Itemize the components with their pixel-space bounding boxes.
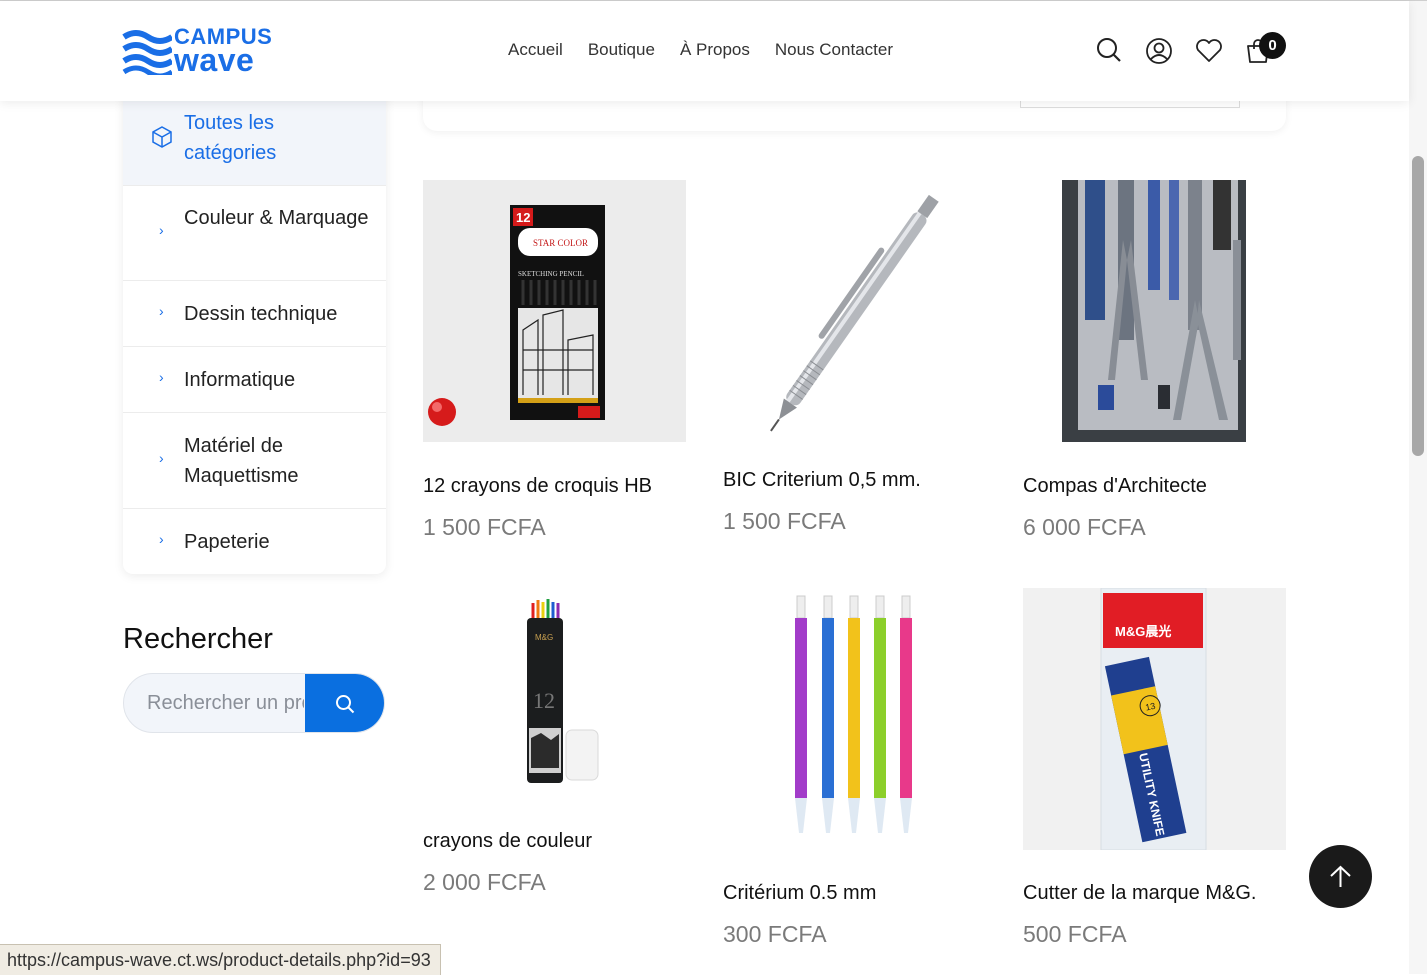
product-name[interactable]: Critérium 0.5 mm — [723, 882, 876, 905]
product-name[interactable]: Compas d'Architecte — [1023, 475, 1207, 498]
category-list: Toutes les catégories › Couleur & Marqua… — [123, 91, 386, 574]
compass-set-image — [1062, 180, 1246, 442]
svg-text:M&G: M&G — [535, 633, 553, 642]
search-icon[interactable] — [1096, 37, 1122, 65]
sketch-pencil-box-image: 12 STAR COLOR SKETCHING PENCIL — [428, 205, 605, 426]
svg-text:13: 13 — [1144, 701, 1156, 713]
category-informatique[interactable]: › Informatique — [123, 347, 386, 413]
mechanical-pencils-set-image — [795, 595, 912, 833]
nav-boutique[interactable]: Boutique — [588, 40, 655, 60]
svg-text:12: 12 — [516, 210, 530, 225]
chevron-right-icon: › — [159, 369, 164, 385]
product-price: 6 000 FCFA — [1023, 514, 1146, 540]
cart-count-badge: 0 — [1259, 32, 1286, 59]
heart-icon[interactable] — [1195, 39, 1223, 63]
category-dessin-technique[interactable]: › Dessin technique — [123, 281, 386, 347]
product-name[interactable]: 12 crayons de croquis HB — [423, 475, 652, 498]
svg-text:STAR COLOR: STAR COLOR — [533, 238, 588, 248]
product-image[interactable]: M&G晨光 13 UTILITY KNIFE — [1023, 588, 1286, 850]
scrollbar-thumb[interactable] — [1412, 156, 1424, 456]
box-icon — [152, 126, 172, 148]
category-label: Matériel de Maquettisme — [184, 435, 299, 487]
chevron-right-icon: › — [159, 303, 164, 319]
search-button[interactable] — [305, 674, 384, 732]
category-label: Papeterie — [184, 531, 270, 553]
product-image[interactable]: 12 STAR COLOR SKETCHING PENCIL — [423, 180, 686, 442]
site-logo[interactable]: CAMPUS wave — [122, 26, 282, 76]
user-icon[interactable] — [1145, 37, 1173, 65]
product-name[interactable]: crayons de couleur — [423, 830, 592, 853]
product-image[interactable] — [1023, 180, 1286, 442]
scroll-to-top-button[interactable] — [1309, 845, 1372, 908]
svg-text:SKETCHING PENCIL: SKETCHING PENCIL — [518, 270, 584, 278]
chevron-right-icon: › — [159, 531, 164, 547]
svg-text:M&G晨光: M&G晨光 — [1115, 624, 1171, 639]
search-icon — [336, 695, 355, 714]
chevron-right-icon: › — [159, 450, 164, 466]
site-header: CAMPUS wave Accueil Boutique À Propos No… — [0, 1, 1409, 101]
product-price: 500 FCFA — [1023, 921, 1127, 947]
category-papeterie[interactable]: › Papeterie — [123, 509, 386, 574]
search-input[interactable] — [124, 674, 306, 732]
product-image[interactable] — [723, 180, 986, 442]
product-image[interactable] — [723, 588, 986, 850]
arrow-up-icon — [1330, 865, 1351, 887]
chevron-right-icon: › — [159, 222, 164, 238]
scrollbar[interactable] — [1409, 1, 1427, 974]
wave-logo-icon — [122, 30, 172, 75]
sidebar-search — [123, 673, 385, 733]
product-price: 1 500 FCFA — [423, 514, 546, 540]
nav-contact[interactable]: Nous Contacter — [775, 40, 893, 60]
category-all[interactable]: Toutes les catégories — [123, 91, 386, 186]
product-price: 300 FCFA — [723, 921, 827, 947]
browser-viewport: CAMPUS wave Accueil Boutique À Propos No… — [0, 0, 1427, 975]
product-name[interactable]: Cutter de la marque M&G. — [1023, 882, 1256, 905]
nav-a-propos[interactable]: À Propos — [680, 40, 750, 60]
mechanical-pencil-image — [770, 194, 939, 432]
svg-text:12: 12 — [533, 688, 555, 713]
product-name[interactable]: BIC Criterium 0,5 mm. — [723, 469, 921, 492]
category-label: Dessin technique — [184, 303, 338, 325]
search-title: Rechercher — [123, 623, 273, 655]
product-price: 2 000 FCFA — [423, 869, 546, 895]
category-label: Couleur & Marquage — [184, 207, 369, 229]
utility-knife-package-image: M&G晨光 13 UTILITY KNIFE — [1100, 588, 1207, 850]
product-price: 1 500 FCFA — [723, 508, 846, 534]
category-materiel-maquettisme[interactable]: › Matériel de Maquettisme — [123, 413, 386, 509]
category-label: Informatique — [184, 369, 296, 391]
product-image[interactable]: M&G 12 — [423, 588, 686, 798]
colored-pencil-tube-image: M&G 12 — [527, 599, 599, 783]
category-couleur-marquage[interactable]: › Couleur & Marquage — [123, 185, 386, 281]
category-all-label: Toutes les catégories — [184, 112, 277, 164]
main-nav: Accueil Boutique À Propos Nous Contacter — [508, 40, 893, 60]
link-status-bar: https://campus-wave.ct.ws/product-detail… — [0, 944, 441, 975]
nav-accueil[interactable]: Accueil — [508, 40, 563, 60]
